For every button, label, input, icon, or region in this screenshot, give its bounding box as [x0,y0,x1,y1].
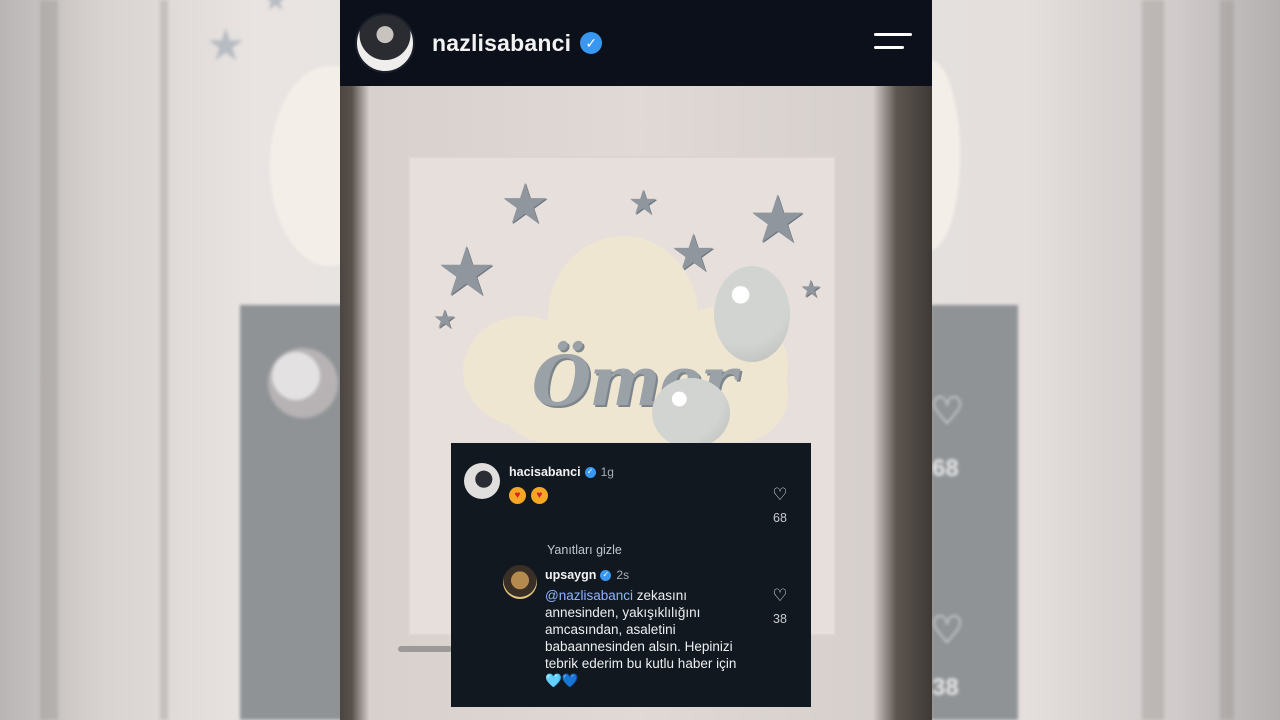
comment: hacisabanci ✓ 1g ♥ ♥ ♡ 68 [451,443,811,543]
background-heart-icon: ♡ [930,391,965,433]
background-like-count: 68 [932,455,959,482]
heart-eyes-emoji-icon: ♥ [509,487,526,504]
reply-avatar[interactable] [503,565,537,599]
star-decoration-icon: ★ [436,234,497,310]
background-door-edge [160,0,168,720]
reply-emojis: 🩵💙 [545,673,579,688]
comment-header: hacisabanci ✓ 1g [509,465,614,479]
reply-time: 2s [616,568,630,582]
background-door-edge [40,0,58,720]
heart-icon: ♡ [772,586,788,605]
background-star-icon: ★ [206,21,246,70]
reply-username[interactable]: upsaygn [545,568,596,582]
balloon-decoration [652,378,730,448]
background-door-edge [1220,0,1234,720]
reply: upsaygn ✓ 2s @nazlisabanci zekasını anne… [451,561,811,707]
background-like-count: 38 [932,674,959,701]
star-decoration-icon: ★ [748,182,808,256]
reply-header: upsaygn ✓ 2s [545,568,629,582]
profile-avatar[interactable] [355,13,415,73]
hamburger-menu-icon[interactable] [874,30,912,56]
hide-replies-link[interactable]: Yanıtları gizle [547,543,622,557]
star-decoration-icon: ★ [433,304,457,334]
instagram-post: nazlisabanci ✓ ★ ★ ★ ★ ★ ★ ★ Ömer hacisa… [340,0,932,720]
heart-eyes-emoji-icon: ♥ [531,487,548,504]
star-decoration-icon: ★ [628,184,659,222]
verified-badge-icon: ✓ [580,32,603,54]
background-avatar [268,348,338,418]
like-count: 38 [773,612,787,626]
background-heart-icon: ♡ [930,610,965,652]
comments-panel: hacisabanci ✓ 1g ♥ ♥ ♡ 68 Yanıtları gizle… [451,443,811,707]
like-button[interactable]: ♡ 38 [769,587,791,626]
star-decoration-icon: ★ [500,172,551,235]
comment-text: ♥ ♥ [509,485,553,504]
like-count: 68 [773,511,787,525]
post-header: nazlisabanci ✓ [340,0,932,86]
mention-link[interactable]: @nazlisabanci [545,588,633,603]
like-button[interactable]: ♡ 68 [769,486,791,525]
star-decoration-icon: ★ [800,276,822,303]
background-star-icon: ★ [262,0,289,17]
comment-time: 1g [600,465,614,479]
verified-badge-icon: ✓ [600,569,612,581]
background-comment-panel [930,305,1018,720]
post-username[interactable]: nazlisabanci [432,30,571,57]
background-door-edge [1142,0,1164,720]
door-handle [398,646,452,652]
balloon-decoration [714,266,790,362]
reply-text: @nazlisabanci zekasını annesinden, yakış… [545,587,745,689]
comment-avatar[interactable] [464,463,500,499]
comment-username[interactable]: hacisabanci [509,465,581,479]
heart-icon: ♡ [772,485,788,504]
verified-badge-icon: ✓ [584,466,596,478]
